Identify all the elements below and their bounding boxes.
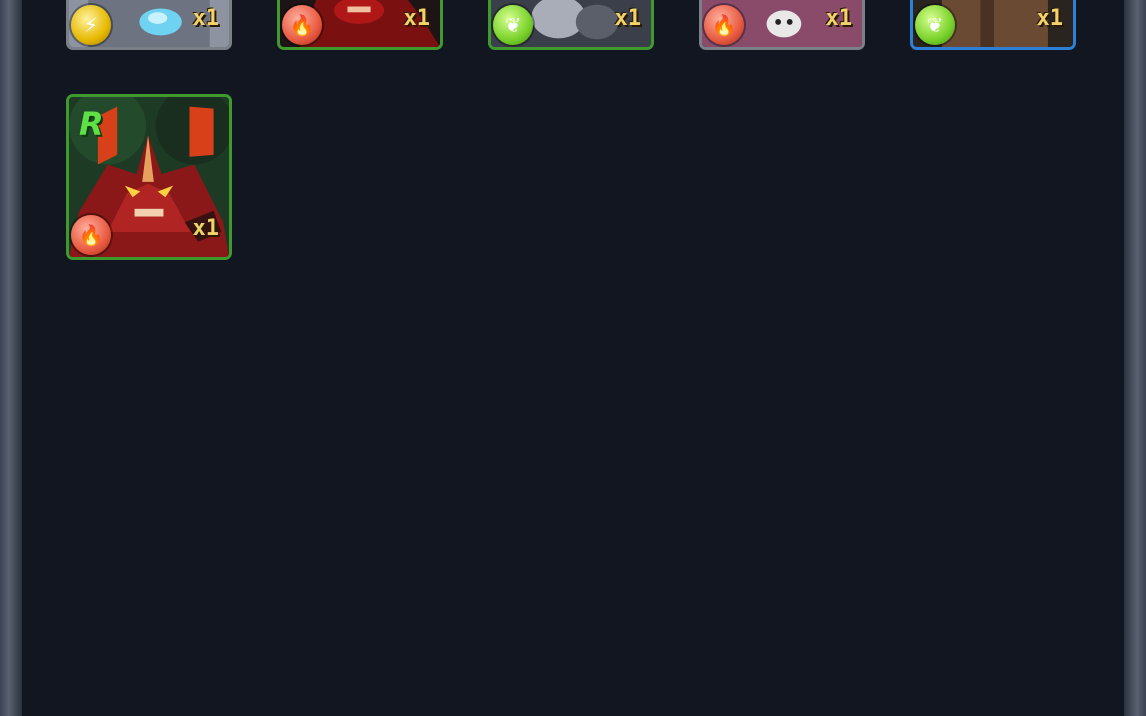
- fire-icon: 🔥: [282, 5, 322, 45]
- rank-badge: R: [79, 105, 104, 143]
- unit-card-2[interactable]: x1 🔥: [277, 0, 443, 50]
- inventory-panel: x1 ⚡ x1 🔥 x1 ❦ x1 🔥 x1 ❦ R x1 🔥: [22, 0, 1124, 716]
- quantity-label: x1: [403, 6, 431, 31]
- quantity-label: x1: [825, 6, 853, 31]
- unit-card-1[interactable]: x1 ⚡: [66, 0, 232, 50]
- fire-icon: 🔥: [704, 5, 744, 45]
- unit-card-4[interactable]: x1 🔥: [699, 0, 865, 50]
- quantity-label: x1: [1036, 6, 1064, 31]
- leaf-icon: ❦: [493, 5, 533, 45]
- unit-card-5[interactable]: x1 ❦: [910, 0, 1076, 50]
- quantity-label: x1: [614, 6, 642, 31]
- quantity-label: x1: [192, 216, 220, 241]
- panel-frame-left: [0, 0, 22, 716]
- panel-frame-right: [1124, 0, 1146, 716]
- unit-card-6[interactable]: R x1 🔥: [66, 94, 232, 260]
- fire-icon: 🔥: [71, 215, 111, 255]
- leaf-icon: ❦: [915, 5, 955, 45]
- lightning-icon: ⚡: [71, 5, 111, 45]
- unit-card-3[interactable]: x1 ❦: [488, 0, 654, 50]
- quantity-label: x1: [192, 6, 220, 31]
